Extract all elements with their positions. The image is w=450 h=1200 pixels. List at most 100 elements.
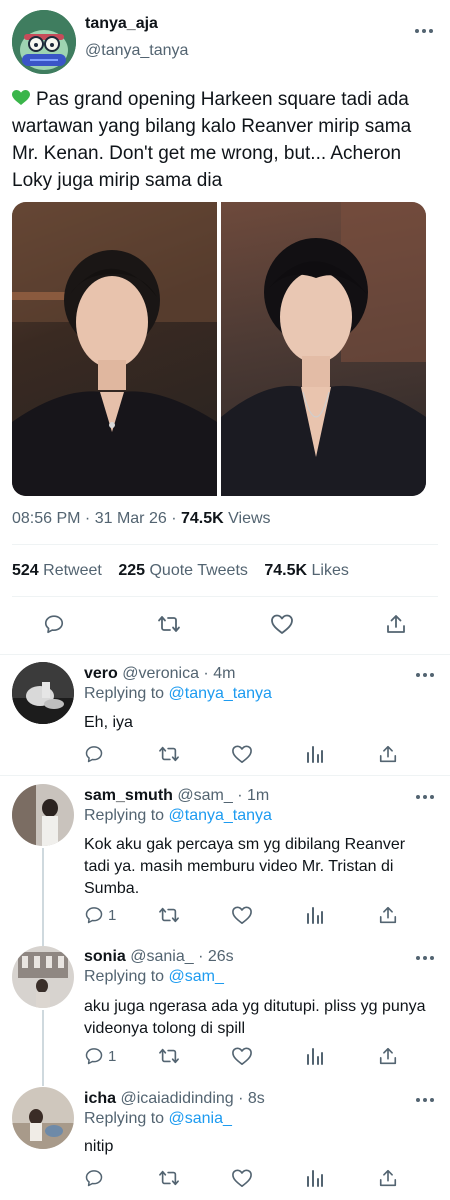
quotes-label: Quote Tweets [149, 562, 248, 579]
reply-icon [85, 746, 103, 763]
analytics-button[interactable] [305, 1168, 325, 1188]
analytics-button[interactable] [305, 905, 325, 925]
avatar[interactable] [12, 10, 76, 74]
heart-icon [232, 1047, 252, 1065]
reply-count: 1 [108, 1047, 117, 1065]
share-icon [379, 745, 397, 763]
share-button[interactable] [385, 613, 407, 635]
more-options-icon[interactable] [416, 1097, 434, 1103]
tweet-text-block: Pas grand opening Harkeen square tadi ad… [12, 86, 432, 194]
heart-icon [232, 745, 252, 763]
green-heart-icon [12, 87, 30, 105]
more-options-icon[interactable] [415, 28, 433, 34]
like-button[interactable] [231, 1168, 253, 1188]
reply-author-name[interactable]: vero [84, 665, 118, 682]
thread-line [42, 1010, 44, 1086]
reply-text: Eh, iya [84, 714, 133, 731]
tweet-media[interactable] [12, 202, 426, 496]
retweet-button[interactable] [158, 1168, 180, 1188]
tweet-stats: 524 Retweet 225 Quote Tweets 74.5K Likes [12, 562, 349, 580]
divider [12, 596, 438, 597]
reply-header: icha @icaiadidinding · 8s [84, 1090, 265, 1108]
reply-author-name[interactable]: icha [84, 1090, 116, 1107]
retweets-stat[interactable]: 524 Retweet [12, 562, 106, 579]
avatar[interactable] [12, 1087, 74, 1149]
reply-text: Kok aku gak percaya sm yg dibilang Reanv… [84, 836, 406, 897]
avatar[interactable] [12, 946, 74, 1008]
replying-to-link[interactable]: @sam_ [169, 968, 224, 985]
avatar[interactable] [12, 662, 74, 724]
retweet-icon [158, 616, 180, 632]
retweet-icon [159, 1170, 179, 1186]
reply-time[interactable]: · 8s [238, 1090, 265, 1107]
heart-icon [232, 906, 252, 924]
views-label: Views [228, 510, 271, 527]
more-options-icon[interactable] [416, 672, 434, 678]
reply-button[interactable] [84, 744, 108, 764]
quotes-stat[interactable]: 225 Quote Tweets [118, 562, 252, 579]
reply-button[interactable]: 1 [84, 905, 116, 925]
likes-stat[interactable]: 74.5K Likes [264, 562, 349, 579]
avatar[interactable] [12, 784, 74, 846]
reply-icon [85, 1170, 103, 1187]
author-name[interactable]: tanya_aja [85, 15, 158, 33]
analytics-button[interactable] [305, 744, 325, 764]
tweet-timestamp: 08:56 PM · 31 Mar 26 · 74.5K Views [12, 510, 271, 528]
more-options-icon[interactable] [416, 794, 434, 800]
divider [0, 654, 450, 655]
views-count: 74.5K [180, 510, 224, 527]
share-button[interactable] [378, 744, 398, 764]
retweet-button[interactable] [158, 1046, 180, 1066]
reply-button[interactable]: 1 [84, 1046, 116, 1066]
photo-right[interactable] [221, 202, 426, 496]
share-icon [379, 906, 397, 924]
replying-to-link[interactable]: @tanya_tanya [169, 807, 272, 824]
retweet-button[interactable] [158, 744, 180, 764]
reply-author-name[interactable]: sam_smuth [84, 787, 173, 804]
reply-count: 1 [108, 906, 117, 924]
author-handle[interactable]: @tanya_tanya [85, 42, 188, 60]
reply-time[interactable]: · 4m [203, 665, 235, 682]
retweets-label: Retweet [43, 562, 102, 579]
replying-label: Replying to [84, 968, 165, 985]
photo-left[interactable] [12, 202, 217, 496]
reply-author-handle[interactable]: @veronica [122, 665, 199, 682]
reply-text: aku juga ngerasa ada yg ditutupi. pliss … [84, 998, 426, 1037]
analytics-icon [307, 907, 323, 924]
share-icon [387, 615, 405, 633]
share-button[interactable] [378, 1046, 398, 1066]
like-button[interactable] [231, 905, 253, 925]
reply-author-name[interactable]: sonia [84, 948, 126, 965]
share-icon [379, 1047, 397, 1065]
retweet-icon [159, 1048, 179, 1064]
analytics-button[interactable] [305, 1046, 325, 1066]
reply-icon [44, 615, 64, 634]
reply-author-handle[interactable]: @icaiadidinding [120, 1090, 233, 1107]
divider [0, 775, 450, 776]
reply-icon [85, 907, 103, 924]
reply-author-handle[interactable]: @sam_ [177, 787, 232, 804]
like-button[interactable] [270, 613, 294, 635]
reply-header: sam_smuth @sam_ · 1m [84, 787, 269, 805]
analytics-icon [307, 1048, 323, 1065]
reply-author-handle[interactable]: @sania_ [130, 948, 193, 965]
analytics-icon [307, 746, 323, 763]
share-button[interactable] [378, 1168, 398, 1188]
replying-to-link[interactable]: @sania_ [169, 1110, 232, 1127]
like-button[interactable] [231, 1046, 253, 1066]
reply-time[interactable]: · 1m [237, 787, 269, 804]
likes-label: Likes [311, 562, 349, 579]
replying-to-link[interactable]: @tanya_tanya [169, 685, 272, 702]
more-options-icon[interactable] [416, 955, 434, 961]
reply-button[interactable] [43, 613, 65, 635]
replying-to: Replying to @sam_ [84, 968, 224, 986]
retweet-button[interactable] [158, 905, 180, 925]
reply-time[interactable]: · 26s [198, 948, 234, 965]
like-button[interactable] [231, 744, 253, 764]
retweet-button[interactable] [157, 613, 181, 635]
reply-button[interactable] [84, 1168, 108, 1188]
tweet-time[interactable]: 08:56 PM · 31 Mar 26 · [12, 510, 177, 527]
share-button[interactable] [378, 905, 398, 925]
share-icon [379, 1169, 397, 1187]
likes-count: 74.5K [264, 562, 308, 579]
